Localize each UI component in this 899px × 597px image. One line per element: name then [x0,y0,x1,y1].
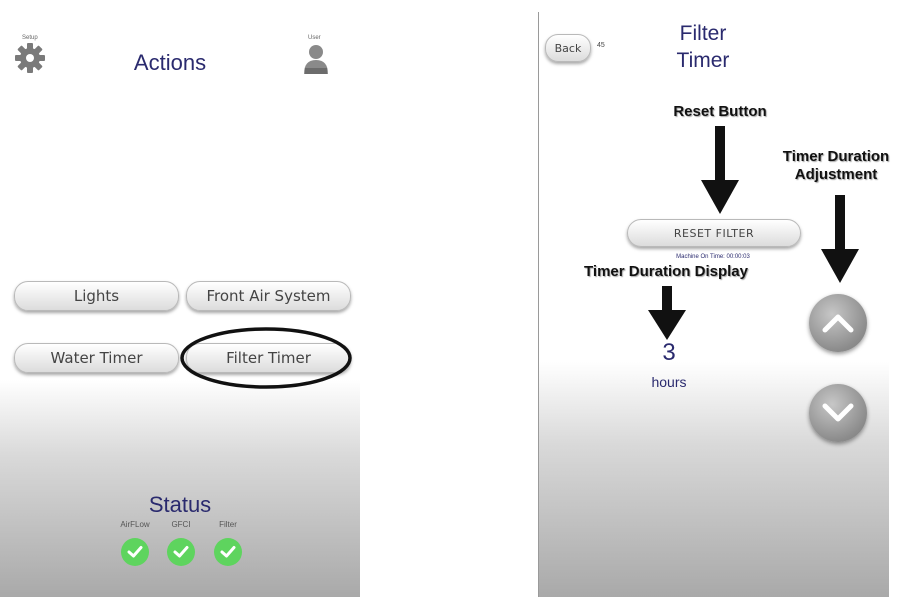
actions-screen: Setup Actions User Lights Front Air Syst… [0,0,360,597]
timer-increase-button[interactable] [809,294,867,352]
status-label-airflow: AirFLow [120,520,150,529]
timer-unit: hours [651,374,687,390]
water-timer-button[interactable]: Water Timer [14,343,179,373]
status-label-filter: Filter [219,520,237,529]
timer-decrease-button[interactable] [809,384,867,442]
lights-button[interactable]: Lights [14,281,179,311]
page-title-line1: Filter [679,22,727,45]
user-label: User [308,35,321,41]
annotation-line: Timer Duration [782,148,890,165]
annotation-reset-button: Reset Button [673,103,767,120]
machine-on-time: Machine On Time: 00:00:03 [676,254,750,260]
arrow-down-icon [701,126,739,214]
status-title: Status [148,492,212,517]
highlight-ellipse [180,327,352,389]
annotation-line: Adjustment [794,166,878,183]
page-title-line2: Timer [676,49,730,72]
gear-icon [15,43,45,73]
back-button[interactable]: Back [545,34,591,62]
chevron-down-icon [822,403,854,422]
status-airflow-indicator [121,538,149,566]
filter-timer-screen: Back 45 Filter Timer RESET FILTER Machin… [538,12,889,597]
setup-label: Setup [22,35,38,41]
page-title: Actions [133,50,207,75]
check-icon [173,546,189,558]
setup-button[interactable] [14,42,46,74]
chevron-up-icon [822,314,854,333]
timer-value: 3 [662,339,676,366]
user-button[interactable] [302,42,330,74]
status-gfci-indicator [167,538,195,566]
check-icon [127,546,143,558]
user-icon [304,45,328,74]
back-count: 45 [597,42,605,49]
annotation-timer-duration-adjustment: Timer Duration Adjustment [770,148,899,184]
status-label-gfci: GFCI [171,520,191,529]
front-air-system-button[interactable]: Front Air System [186,281,351,311]
annotation-timer-duration-display: Timer Duration Display [584,263,748,280]
status-filter-indicator [214,538,242,566]
check-icon [220,546,236,558]
reset-filter-button[interactable]: RESET FILTER [627,219,801,247]
arrow-down-icon [821,195,859,283]
arrow-down-icon [648,286,686,340]
